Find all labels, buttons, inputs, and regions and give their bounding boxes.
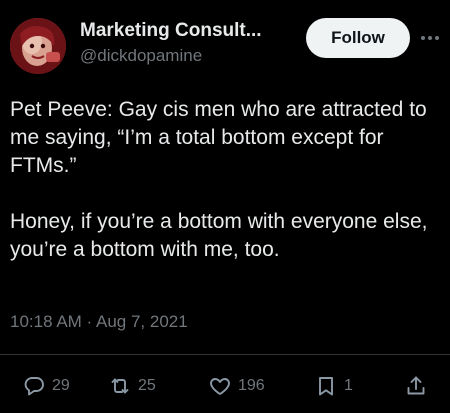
- tweet-timestamp[interactable]: 10:18 AM · Aug 7, 2021: [10, 312, 188, 332]
- reply-count: 29: [52, 377, 70, 394]
- like-icon: [210, 378, 230, 395]
- author-handle[interactable]: @dickdopamine: [80, 44, 290, 68]
- retweet-count: 25: [138, 377, 156, 394]
- share-button[interactable]: [404, 372, 428, 400]
- author-names: Marketing Consult... @dickdopamine: [80, 18, 290, 68]
- divider: [0, 354, 450, 355]
- follow-button[interactable]: Follow: [306, 18, 410, 58]
- tweet-paragraph-1: Pet Peeve: Gay cis men who are attracted…: [10, 98, 427, 177]
- like-button[interactable]: 196: [208, 372, 265, 400]
- retweet-icon: [111, 378, 129, 394]
- tweet-paragraph-2: Honey, if you’re a bottom with everyone …: [10, 210, 428, 261]
- more-icon[interactable]: [418, 28, 442, 48]
- retweet-button[interactable]: 25: [108, 372, 156, 400]
- bookmark-button[interactable]: 1: [314, 372, 353, 400]
- reply-button[interactable]: 29: [22, 372, 70, 400]
- avatar[interactable]: [10, 18, 66, 74]
- author-display-name[interactable]: Marketing Consult...: [80, 18, 290, 44]
- share-icon: [407, 376, 425, 395]
- tweet-actions: 29 25 196 1: [0, 372, 450, 400]
- avatar-image: [10, 18, 66, 74]
- bookmark-count: 1: [344, 377, 353, 394]
- bookmark-icon: [319, 377, 333, 396]
- reply-icon: [24, 377, 44, 396]
- tweet-card: Marketing Consult... @dickdopamine Follo…: [0, 0, 450, 413]
- tweet-header: Marketing Consult... @dickdopamine Follo…: [10, 14, 440, 74]
- tweet-text: Pet Peeve: Gay cis men who are attracted…: [10, 96, 440, 264]
- like-count: 196: [238, 377, 265, 394]
